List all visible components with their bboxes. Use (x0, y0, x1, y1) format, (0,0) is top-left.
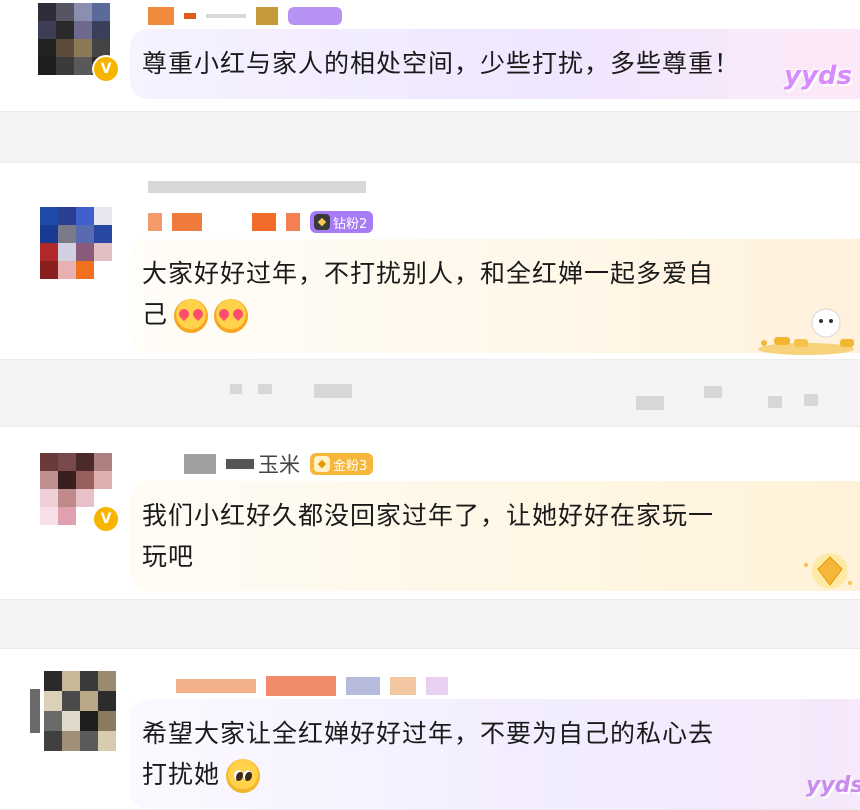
comment-bubble[interactable]: 尊重小红与家人的相处空间，少些打扰，多些尊重！ (130, 29, 860, 99)
username-blurred[interactable]: ◆ 钻粉2 (148, 211, 374, 233)
gold-fan-icon: ◆ (314, 456, 330, 472)
comment-bubble[interactable]: 希望大家让全红婵好好过年，不要为自己的私心去 打扰她 (130, 699, 860, 809)
comment-card-4: 希望大家让全红婵好好过年，不要为自己的私心去 打扰她 yyds (0, 648, 860, 810)
comment-text-line1: 我们小红好久都没回家过年了，让她好好在家玩一 (142, 501, 715, 530)
blurred-reply-strip (768, 396, 782, 408)
comment-text-line2: 玩吧 (142, 542, 195, 571)
comment-card-3: V 玉米 ◆ 金粉3 我们小红好久都没回家过年了，让她好好在家玩一 玩吧 (0, 426, 860, 600)
comment-bubble[interactable]: 我们小红好久都没回家过年了，让她好好在家玩一 玩吧 (130, 481, 860, 591)
name-mosaic (256, 7, 278, 25)
name-mosaic (286, 213, 300, 231)
yyds-sticker: yyds (784, 61, 852, 91)
fan-badge[interactable]: ◆ 金粉3 (310, 453, 374, 475)
name-mosaic (148, 213, 162, 231)
comment-card-1: V 尊重小红与家人的相处空间，少些打扰，多些尊重！ yyds (0, 0, 860, 112)
name-mosaic (184, 13, 196, 19)
comment-text: 希望大家让全红婵好好过年，不要为自己的私心去 打扰她 (142, 713, 844, 795)
comment-text-line1: 希望大家让全红婵好好过年，不要为自己的私心去 (142, 719, 715, 748)
name-mosaic (148, 455, 174, 473)
verified-badge-icon: V (92, 55, 120, 83)
comment-text: 尊重小红与家人的相处空间，少些打扰，多些尊重！ (142, 49, 741, 78)
username-blurred[interactable] (176, 675, 448, 697)
username-visible: 玉米 (258, 453, 300, 477)
name-mosaic (266, 676, 336, 696)
blurred-reply-strip (704, 386, 722, 398)
name-mosaic (176, 679, 256, 693)
comment-card-2: ◆ 钻粉2 大家好好过年，不打扰别人，和全红婵一起多爱自 己 (0, 162, 860, 360)
avatar-edge (30, 689, 40, 733)
name-mosaic (390, 677, 416, 695)
name-mosaic (184, 454, 216, 474)
blurred-reply-strip (230, 384, 242, 394)
avatar[interactable] (40, 207, 112, 279)
verified-badge-icon: V (92, 505, 120, 533)
name-mosaic (212, 213, 242, 231)
blurred-reply-strip (314, 384, 352, 398)
blurred-reply-strip (804, 394, 818, 406)
blurred-header-strip (148, 181, 366, 193)
heart-eyes-emoji-icon (174, 299, 209, 333)
fan-badge-label: 金粉3 (333, 458, 368, 474)
name-mosaic (206, 14, 246, 18)
diamond-fan-icon: ◆ (314, 214, 330, 230)
username-blurred[interactable] (148, 5, 342, 27)
blurred-reply-strip (258, 384, 272, 394)
fan-badge-label: 钻粉2 (333, 216, 368, 232)
yyds-sticker: yyds (806, 773, 860, 798)
comment-bubble[interactable]: 大家好好过年，不打扰别人，和全红婵一起多爱自 己 (130, 239, 860, 353)
pleading-emoji-icon (226, 759, 261, 793)
name-mosaic (252, 213, 276, 231)
comment-text: 大家好好过年，不打扰别人，和全红婵一起多爱自 己 (142, 253, 844, 335)
comment-text-line1: 大家好好过年，不打扰别人，和全红婵一起多爱自 (142, 259, 715, 288)
comment-text-line2: 己 (142, 300, 169, 329)
name-mosaic (148, 7, 174, 25)
name-mosaic (426, 677, 448, 695)
username[interactable]: 玉米 ◆ 金粉3 (148, 453, 374, 477)
fan-badge[interactable] (288, 7, 342, 25)
avatar[interactable] (44, 671, 116, 751)
name-mosaic (346, 677, 380, 695)
comment-text-line2: 打扰她 (142, 760, 221, 789)
heart-eyes-emoji-icon (214, 299, 249, 333)
fan-badge[interactable]: ◆ 钻粉2 (310, 211, 374, 233)
blurred-reply-strip (636, 396, 664, 410)
comment-text: 我们小红好久都没回家过年了，让她好好在家玩一 玩吧 (142, 495, 844, 577)
name-mosaic (172, 213, 202, 231)
name-mosaic (226, 459, 254, 469)
gold-ingot-decoration-icon (758, 308, 854, 355)
gold-gem-decoration-icon (804, 553, 852, 589)
